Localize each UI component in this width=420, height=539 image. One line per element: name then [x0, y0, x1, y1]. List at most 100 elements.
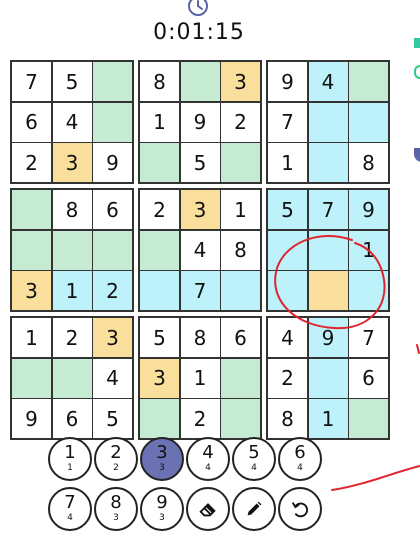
sudoku-cell[interactable] [349, 399, 388, 438]
sudoku-cell[interactable] [93, 102, 132, 142]
number-key-9[interactable]: 93 [140, 487, 184, 531]
sudoku-cell[interactable]: 9 [349, 190, 388, 229]
number-key-6[interactable]: 64 [278, 437, 322, 481]
sudoku-cell[interactable]: 2 [52, 318, 92, 357]
sudoku-cell[interactable]: 6 [93, 190, 132, 229]
box-8: 586 312 [138, 316, 262, 440]
box-6: 5791 [266, 188, 390, 312]
key-number: 1 [64, 442, 76, 463]
sudoku-cell[interactable] [52, 358, 92, 398]
sudoku-cell[interactable]: 6 [52, 399, 92, 438]
sudoku-cell[interactable]: 7 [180, 271, 220, 310]
eraser-button[interactable] [186, 487, 230, 531]
sudoku-cell[interactable]: 9 [12, 399, 51, 438]
sudoku-cell[interactable] [308, 143, 348, 182]
sudoku-cell[interactable]: 5 [140, 318, 179, 357]
key-remaining-count: 2 [113, 463, 119, 473]
sudoku-cell[interactable]: 1 [140, 102, 179, 142]
key-remaining-count: 4 [297, 463, 303, 473]
sudoku-cell[interactable]: 1 [12, 318, 51, 357]
sudoku-cell[interactable]: 5 [268, 190, 307, 229]
number-key-5[interactable]: 54 [232, 437, 276, 481]
sudoku-cell[interactable] [349, 271, 388, 310]
sudoku-cell[interactable]: 7 [12, 62, 51, 101]
sudoku-cell[interactable] [140, 271, 179, 310]
number-key-2[interactable]: 22 [94, 437, 138, 481]
sudoku-cell[interactable] [221, 399, 260, 438]
sudoku-cell[interactable]: 6 [349, 358, 388, 398]
sudoku-cell[interactable]: 8 [221, 230, 260, 270]
sudoku-cell[interactable] [180, 62, 220, 101]
sudoku-cell[interactable] [221, 271, 260, 310]
sudoku-cell[interactable]: 1 [349, 230, 388, 270]
sudoku-cell[interactable] [12, 358, 51, 398]
sudoku-cell[interactable] [140, 399, 179, 438]
sudoku-cell[interactable] [93, 230, 132, 270]
sudoku-cell[interactable]: 9 [93, 143, 132, 182]
number-key-7[interactable]: 74 [48, 487, 92, 531]
sudoku-cell[interactable]: 4 [93, 358, 132, 398]
number-key-8[interactable]: 83 [94, 487, 138, 531]
sudoku-cell[interactable]: 8 [140, 62, 179, 101]
sudoku-cell[interactable]: 6 [12, 102, 51, 142]
sudoku-cell[interactable]: 8 [52, 190, 92, 229]
sudoku-cell[interactable]: 6 [221, 318, 260, 357]
sudoku-cell[interactable]: 3 [140, 358, 179, 398]
sudoku-cell[interactable]: 9 [308, 318, 348, 357]
sudoku-cell[interactable]: 3 [12, 271, 51, 310]
sudoku-cell[interactable]: 7 [268, 102, 307, 142]
sudoku-cell[interactable]: 2 [12, 143, 51, 182]
sudoku-cell[interactable]: 5 [52, 62, 92, 101]
sudoku-cell[interactable]: 5 [180, 143, 220, 182]
sudoku-cell[interactable] [93, 62, 132, 101]
sudoku-cell[interactable]: 8 [349, 143, 388, 182]
sudoku-cell[interactable] [268, 271, 307, 310]
sudoku-cell[interactable]: 9 [180, 102, 220, 142]
sudoku-cell[interactable]: 1 [52, 271, 92, 310]
sudoku-cell[interactable]: 1 [268, 143, 307, 182]
pencil-icon [243, 498, 265, 520]
sudoku-cell[interactable]: 1 [308, 399, 348, 438]
sudoku-cell[interactable] [308, 358, 348, 398]
sudoku-cell[interactable] [308, 102, 348, 142]
number-key-4[interactable]: 44 [186, 437, 230, 481]
number-key-3[interactable]: 33 [140, 437, 184, 481]
sudoku-cell[interactable]: 1 [180, 358, 220, 398]
sudoku-cell[interactable]: 7 [349, 318, 388, 357]
sudoku-cell[interactable] [349, 62, 388, 101]
sudoku-cell[interactable] [140, 143, 179, 182]
sudoku-cell[interactable]: 5 [93, 399, 132, 438]
sudoku-cell[interactable]: 4 [180, 230, 220, 270]
sudoku-cell[interactable]: 2 [93, 271, 132, 310]
undo-button[interactable] [278, 487, 322, 531]
sudoku-cell[interactable] [221, 358, 260, 398]
sudoku-cell[interactable] [308, 271, 348, 310]
sudoku-cell[interactable]: 2 [140, 190, 179, 229]
sudoku-cell[interactable]: 2 [268, 358, 307, 398]
key-remaining-count: 4 [251, 463, 257, 473]
number-key-1[interactable]: 11 [48, 437, 92, 481]
sudoku-cell[interactable]: 2 [180, 399, 220, 438]
sudoku-cell[interactable]: 8 [268, 399, 307, 438]
pencil-button[interactable] [232, 487, 276, 531]
sudoku-cell[interactable] [52, 230, 92, 270]
sudoku-cell[interactable]: 4 [308, 62, 348, 101]
sudoku-cell[interactable]: 2 [221, 102, 260, 142]
sudoku-cell[interactable] [268, 230, 307, 270]
sudoku-cell[interactable] [12, 230, 51, 270]
sudoku-cell[interactable]: 7 [308, 190, 348, 229]
sudoku-cell[interactable] [349, 102, 388, 142]
sudoku-cell[interactable]: 4 [52, 102, 92, 142]
sudoku-cell[interactable]: 9 [268, 62, 307, 101]
sudoku-cell[interactable]: 3 [221, 62, 260, 101]
sudoku-cell[interactable] [140, 230, 179, 270]
sudoku-cell[interactable] [221, 143, 260, 182]
sudoku-cell[interactable]: 3 [52, 143, 92, 182]
sudoku-cell[interactable]: 3 [180, 190, 220, 229]
sudoku-cell[interactable]: 3 [93, 318, 132, 357]
sudoku-cell[interactable] [12, 190, 51, 229]
sudoku-cell[interactable]: 8 [180, 318, 220, 357]
sudoku-cell[interactable]: 4 [268, 318, 307, 357]
sudoku-cell[interactable]: 1 [221, 190, 260, 229]
sudoku-cell[interactable] [308, 230, 348, 270]
